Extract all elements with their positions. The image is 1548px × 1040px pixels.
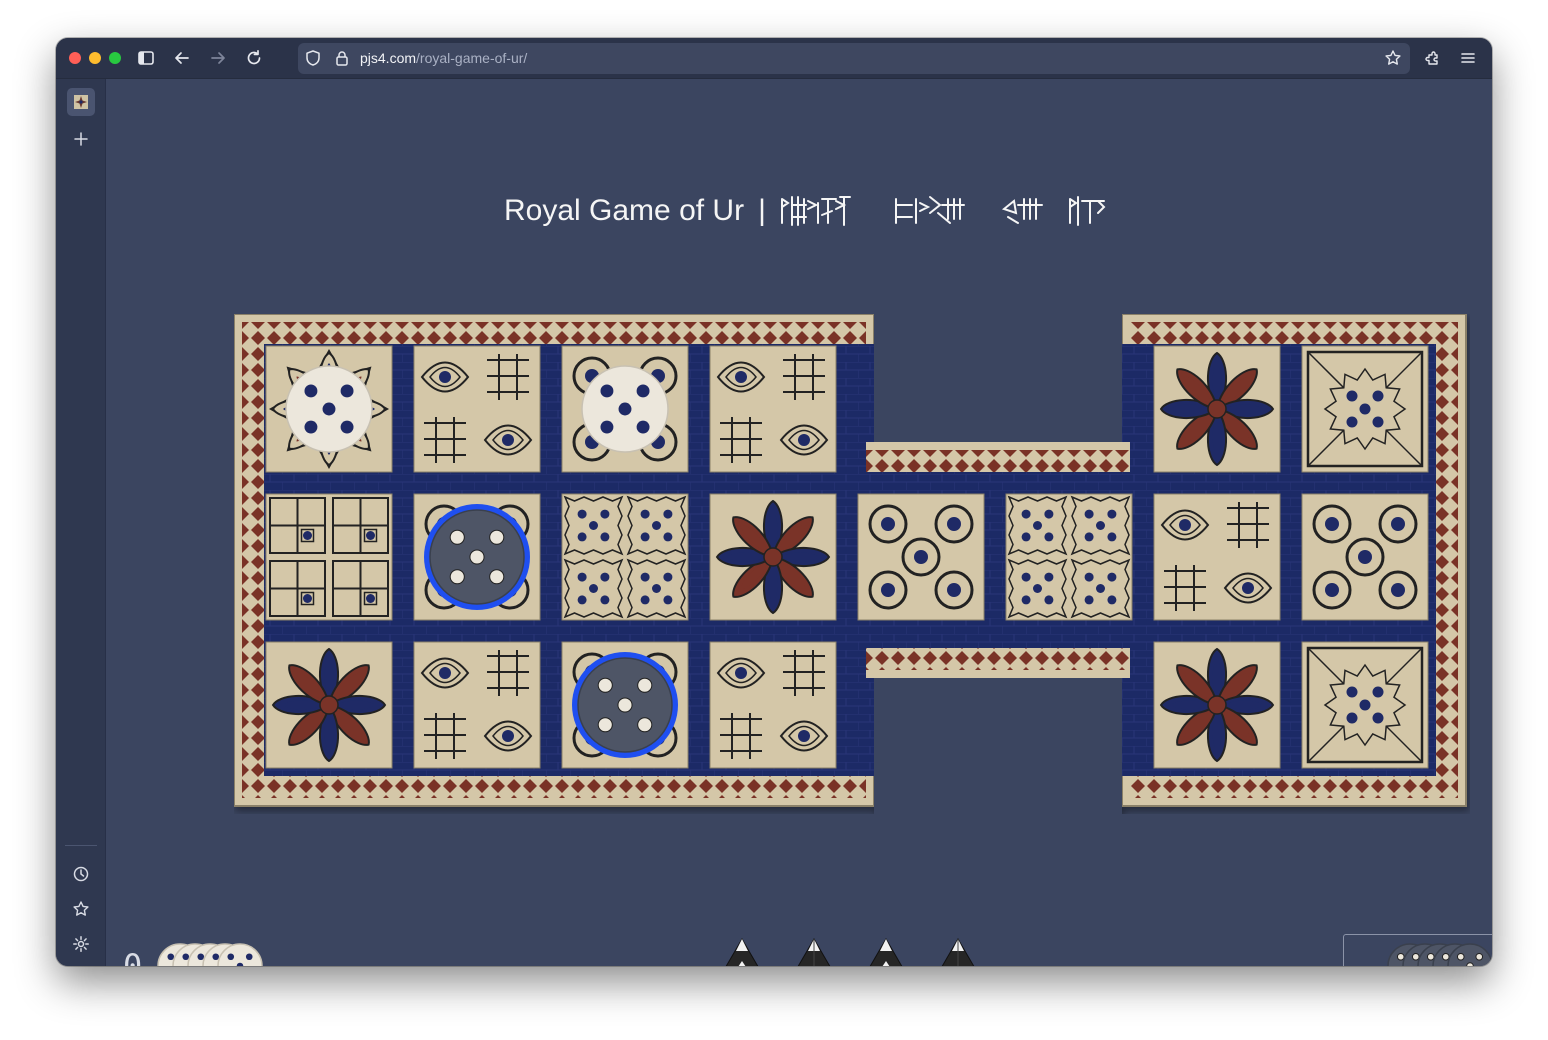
tetrahedral-die[interactable] bbox=[857, 938, 915, 966]
board-tile[interactable] bbox=[265, 641, 393, 769]
page-title-text: Royal Game of Ur bbox=[504, 194, 745, 227]
light-reserve-pieces bbox=[157, 943, 263, 966]
reload-icon[interactable] bbox=[243, 47, 265, 69]
back-arrow-icon[interactable] bbox=[171, 47, 193, 69]
light-piece[interactable] bbox=[581, 365, 669, 453]
cuneiform-title-icon bbox=[780, 196, 1106, 226]
page-title: Royal Game of Ur | bbox=[504, 191, 1108, 231]
board-tile[interactable] bbox=[413, 641, 541, 769]
light-player-score: 0 bbox=[123, 947, 143, 966]
url-path: /royal-game-of-ur/ bbox=[416, 50, 528, 66]
page-content: Royal Game of Ur | 0 bbox=[106, 79, 1492, 966]
close-window-button[interactable] bbox=[69, 52, 81, 64]
site-tab-favicon-icon[interactable] bbox=[67, 88, 95, 116]
minimize-window-button[interactable] bbox=[89, 52, 101, 64]
board-tile[interactable] bbox=[561, 493, 689, 621]
history-clock-icon[interactable] bbox=[69, 862, 93, 886]
dark-piece[interactable] bbox=[572, 652, 678, 758]
tetrahedral-die[interactable] bbox=[713, 938, 771, 966]
board-tile[interactable] bbox=[1301, 641, 1429, 769]
bookmarks-star-icon[interactable] bbox=[69, 897, 93, 921]
browser-sidebar bbox=[56, 79, 106, 966]
board-tile[interactable] bbox=[709, 345, 837, 473]
bookmark-star-icon[interactable] bbox=[1382, 47, 1404, 69]
board-tile[interactable] bbox=[1153, 641, 1281, 769]
settings-gear-icon[interactable] bbox=[69, 932, 93, 956]
board-tile[interactable] bbox=[1153, 493, 1281, 621]
url-text[interactable]: pjs4.com/royal-game-of-ur/ bbox=[360, 50, 527, 66]
board-tile[interactable] bbox=[709, 641, 837, 769]
shield-icon[interactable] bbox=[302, 47, 324, 69]
tetrahedral-die[interactable] bbox=[785, 938, 843, 966]
title-separator: | bbox=[758, 194, 766, 227]
board-tile[interactable] bbox=[709, 493, 837, 621]
board-tile[interactable] bbox=[857, 493, 985, 621]
url-host: pjs4.com bbox=[360, 50, 417, 66]
new-tab-plus-icon[interactable] bbox=[69, 127, 93, 151]
menu-icon[interactable] bbox=[1457, 47, 1479, 69]
forward-arrow-icon[interactable] bbox=[207, 47, 229, 69]
light-piece[interactable] bbox=[285, 365, 373, 453]
lock-icon[interactable] bbox=[331, 47, 353, 69]
browser-titlebar: pjs4.com/royal-game-of-ur/ bbox=[56, 38, 1492, 79]
board-tile[interactable] bbox=[265, 493, 393, 621]
maximize-window-button[interactable] bbox=[109, 52, 121, 64]
dice-area bbox=[713, 938, 987, 966]
sidebar-toggle-icon[interactable] bbox=[135, 47, 157, 69]
board-tile[interactable] bbox=[1153, 345, 1281, 473]
browser-window: pjs4.com/royal-game-of-ur/ Royal Game of… bbox=[56, 38, 1492, 966]
board-tile[interactable] bbox=[1301, 493, 1429, 621]
dark-reserve-pieces bbox=[1387, 943, 1492, 966]
dark-piece[interactable] bbox=[424, 504, 530, 610]
board-tile[interactable] bbox=[413, 345, 541, 473]
board-tile[interactable] bbox=[1301, 345, 1429, 473]
sidebar-divider bbox=[65, 845, 97, 846]
tetrahedral-die[interactable] bbox=[929, 938, 987, 966]
board-tile[interactable] bbox=[1005, 493, 1133, 621]
extensions-icon[interactable] bbox=[1422, 47, 1444, 69]
address-bar[interactable]: pjs4.com/royal-game-of-ur/ bbox=[298, 43, 1410, 74]
game-board bbox=[234, 314, 1467, 814]
